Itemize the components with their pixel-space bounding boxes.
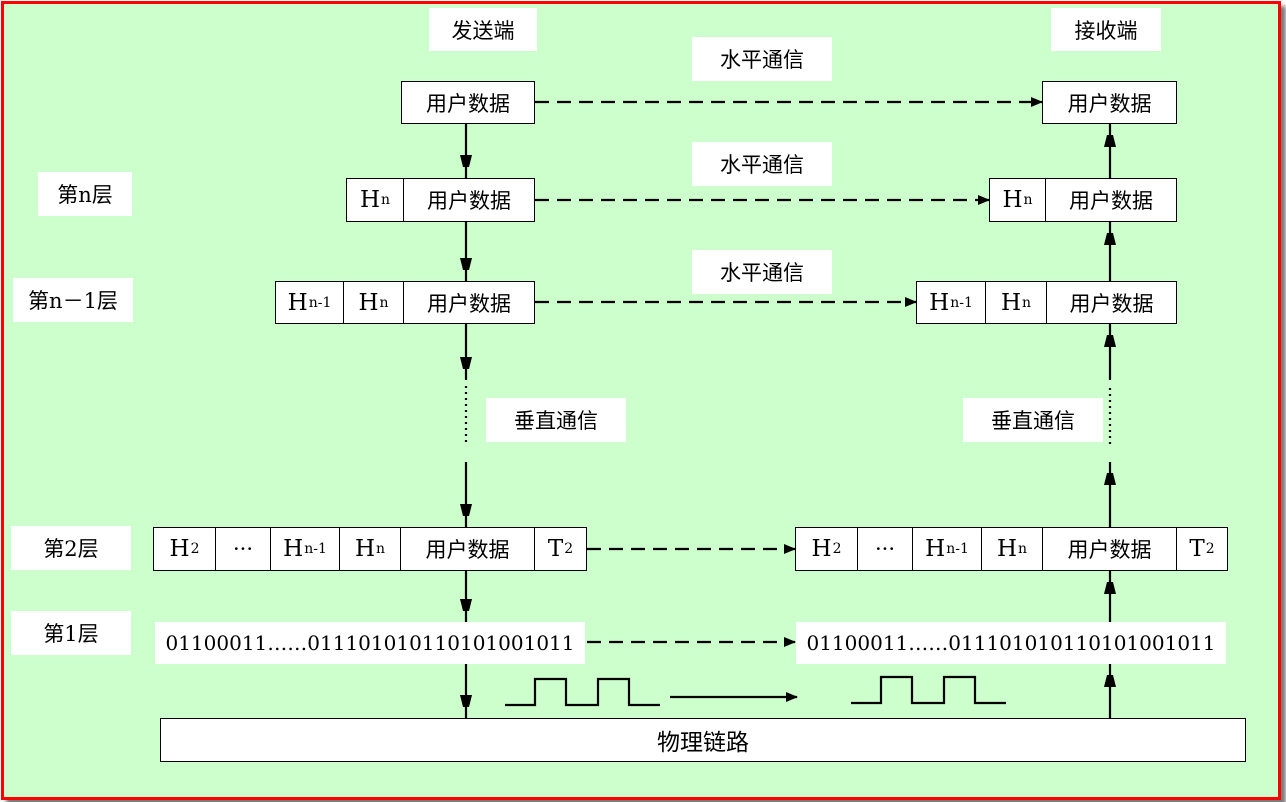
vertical-comm-label-sender: 垂直通信 xyxy=(486,398,626,442)
trailer-t2: T2 xyxy=(1189,536,1215,562)
trailer-t2: T2 xyxy=(547,536,574,562)
header-h2: H2 xyxy=(796,528,858,570)
user-data-cell: 用户数据 xyxy=(1069,291,1154,316)
horizontal-comm-label-2: 水平通信 xyxy=(692,142,832,186)
sender-layer-n1-box: Hn-1 Hn 用户数据 xyxy=(275,281,535,324)
user-data-cell: 用户数据 xyxy=(427,189,511,213)
sender-title: 发送端 xyxy=(429,8,537,51)
header-hn: Hn xyxy=(990,179,1046,221)
physical-link-box: 物理链路 xyxy=(160,718,1246,762)
user-data-cell: 用户数据 xyxy=(401,528,535,570)
user-data-cell: 用户数据 xyxy=(426,91,510,116)
square-wave-receiver xyxy=(851,675,1006,705)
receiver-layer-n-box: Hn 用户数据 xyxy=(989,178,1177,222)
header-hn: Hn xyxy=(986,282,1047,323)
receiver-bits: 01100011……011101010110101001011 xyxy=(796,622,1226,664)
header-hn1: Hn-1 xyxy=(271,528,340,570)
header-hn: Hn xyxy=(347,179,404,221)
sender-bits: 01100011……011101010110101001011 xyxy=(155,622,585,664)
user-data-cell: 用户数据 xyxy=(1043,528,1177,570)
user-data-cell: 用户数据 xyxy=(427,291,511,316)
user-data-cell: 用户数据 xyxy=(1069,189,1153,213)
ellipsis-cell: ··· xyxy=(858,528,913,570)
receiver-top-box: 用户数据 xyxy=(1042,81,1177,124)
physical-link-label: 物理链路 xyxy=(657,730,749,756)
sender-top-box: 用户数据 xyxy=(401,81,535,124)
header-h2: H2 xyxy=(154,528,216,570)
horizontal-comm-label-1: 水平通信 xyxy=(692,37,832,81)
layer-label-1: 第1层 xyxy=(11,611,131,655)
layer-label-n: 第n层 xyxy=(38,172,132,216)
square-wave-sender xyxy=(505,677,660,707)
receiver-layer-n1-box: Hn-1 Hn 用户数据 xyxy=(916,281,1177,324)
ellipsis-cell: ··· xyxy=(216,528,271,570)
header-hn: Hn xyxy=(344,282,404,323)
header-hn: Hn xyxy=(340,528,401,570)
layer-label-2: 第2层 xyxy=(11,526,131,570)
layer-label-n-minus-1: 第n－1层 xyxy=(13,278,133,322)
vertical-comm-label-receiver: 垂直通信 xyxy=(963,398,1103,442)
horizontal-comm-label-3: 水平通信 xyxy=(692,250,832,294)
user-data-cell: 用户数据 xyxy=(1067,91,1152,116)
header-hn1: Hn-1 xyxy=(913,528,982,570)
receiver-title: 接收端 xyxy=(1051,8,1161,51)
header-hn: Hn xyxy=(982,528,1043,570)
sender-layer-n-box: Hn 用户数据 xyxy=(346,178,535,222)
header-hn1: Hn-1 xyxy=(917,282,986,323)
sender-layer-2-box: H2 ··· Hn-1 Hn 用户数据 T2 xyxy=(153,527,587,571)
header-hn1: Hn-1 xyxy=(276,282,344,323)
receiver-layer-2-box: H2 ··· Hn-1 Hn 用户数据 T2 xyxy=(795,527,1228,571)
